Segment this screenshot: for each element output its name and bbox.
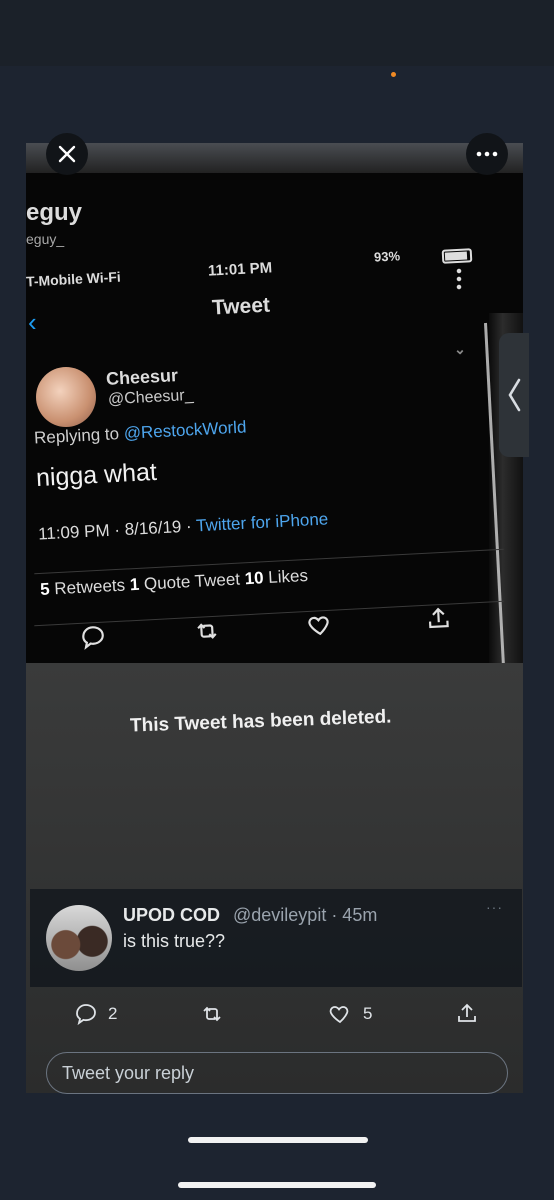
background-account-handle: eguy_ — [26, 231, 65, 247]
tweet-timestamp: 11:09 PM · 8/16/19 · — [37, 516, 197, 544]
quotes-label: Quote Tweet — [138, 569, 246, 594]
reply-icon — [82, 626, 104, 650]
like-icon — [308, 616, 329, 636]
retweet-icon — [203, 1006, 221, 1022]
tweet-body: nigga what — [35, 457, 158, 493]
chevron-down-icon: ⌄ — [453, 340, 467, 358]
heart-icon — [329, 1006, 349, 1024]
phone-bezel — [26, 143, 523, 173]
camera-indicator — [391, 72, 396, 77]
vertical-more-icon — [456, 267, 462, 291]
tweet-source: Twitter for iPhone — [195, 509, 329, 536]
like-count: 5 — [363, 1004, 373, 1023]
replying-to-mention: @RestockWorld — [123, 417, 247, 443]
reply-author-handle: @devileypit · 45m — [233, 905, 378, 925]
reply-tweet[interactable]: UPOD COD @devileypit · 45m ··· is this t… — [30, 889, 522, 987]
likes-label: Likes — [263, 565, 309, 588]
reply-author-name[interactable]: UPOD COD — [123, 905, 220, 926]
share-icon — [428, 607, 449, 629]
reply-text: is this true?? — [123, 931, 226, 951]
more-icon — [476, 151, 498, 157]
author-avatar — [36, 367, 96, 427]
author-name: Cheesur — [105, 365, 179, 389]
retweet-icon — [197, 623, 217, 639]
retweets-label: Retweets — [49, 575, 131, 599]
avatar[interactable] — [46, 905, 112, 971]
likes-count: 10 — [244, 568, 265, 589]
expand-panel-tab[interactable] — [499, 333, 529, 457]
status-time: 11:01 PM — [207, 259, 273, 280]
share-button[interactable] — [454, 1002, 480, 1026]
battery-icon — [441, 248, 473, 264]
tweet-meta: 11:09 PM · 8/16/19 · Twitter for iPhone — [38, 509, 329, 544]
chevron-left-icon — [508, 378, 521, 412]
replying-to-prefix: Replying to — [33, 423, 125, 448]
like-button[interactable]: 5 — [327, 1002, 372, 1026]
action-bar: 2 5 — [30, 992, 522, 1042]
back-chevron-icon: ‹ — [28, 307, 37, 337]
reply-button[interactable]: 2 — [74, 1002, 117, 1026]
reply-icon — [76, 1004, 96, 1026]
background-account-name: eguy — [26, 199, 83, 226]
close-icon — [58, 145, 76, 163]
author-handle: @Cheesur_ — [107, 386, 194, 409]
status-battery-percent: 93% — [373, 248, 401, 265]
home-indicator[interactable] — [178, 1182, 376, 1188]
reply-composer-input[interactable] — [46, 1052, 508, 1094]
home-indicator[interactable] — [188, 1137, 368, 1143]
reply-count: 2 — [108, 1004, 118, 1023]
status-carrier: T-Mobile Wi-Fi — [26, 268, 122, 290]
top-strip — [0, 0, 554, 66]
more-options-button[interactable] — [466, 133, 508, 175]
close-button[interactable] — [46, 133, 88, 175]
photo-action-row — [65, 601, 467, 662]
retweet-button[interactable] — [198, 1002, 226, 1026]
share-icon — [458, 1003, 476, 1022]
photo-header-title: Tweet — [211, 293, 271, 320]
reply-more-button[interactable]: ··· — [486, 899, 503, 915]
